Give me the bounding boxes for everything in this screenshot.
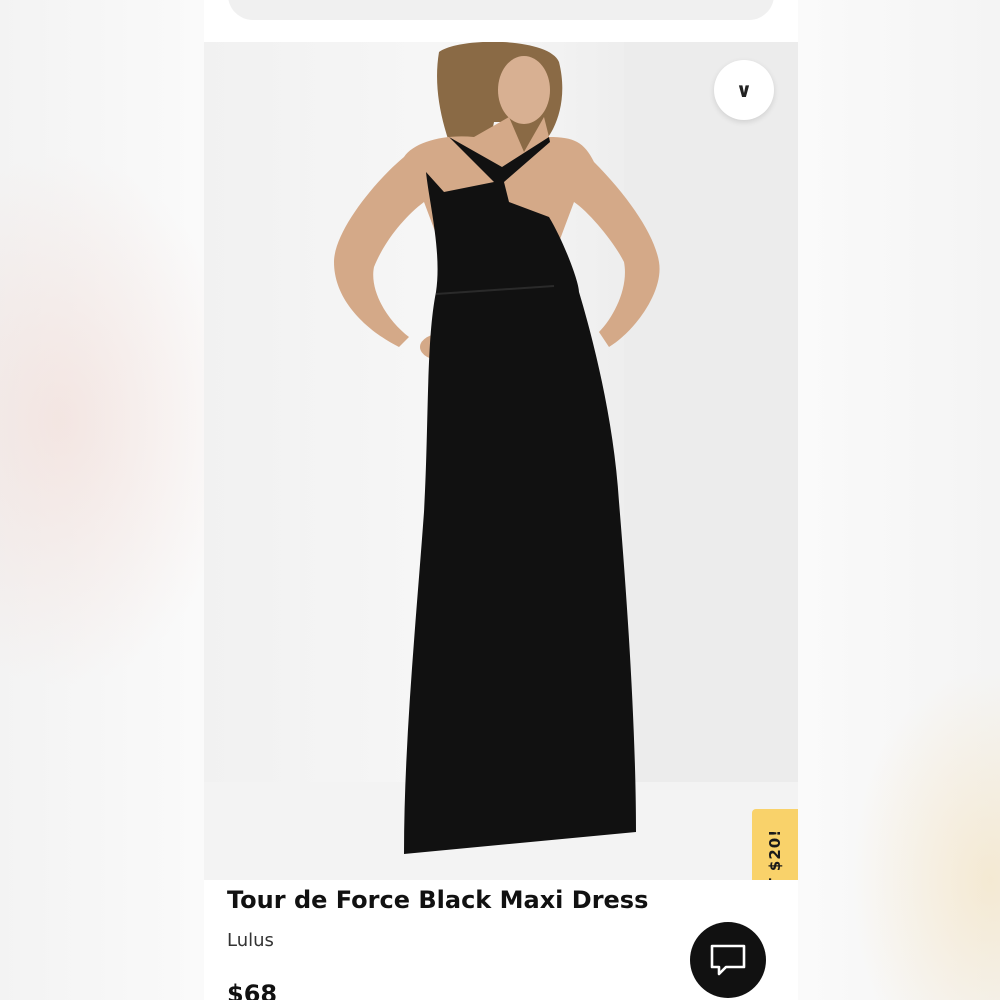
brand-badge[interactable]: ∨ [714, 60, 774, 120]
product-image-carousel[interactable]: ∨ GET $20! [204, 42, 798, 880]
app-screen: ∨ GET $20! Tour de Force Black Maxi Dres… [204, 0, 798, 1000]
product-title: Tour de Force Black Maxi Dress [227, 886, 649, 914]
product-photo [204, 42, 798, 880]
chat-bubble-icon [710, 944, 746, 976]
promo-tab[interactable]: GET $20! [752, 809, 798, 880]
search-bar[interactable] [228, 0, 774, 20]
chat-button[interactable] [690, 922, 766, 998]
product-price: $68 [227, 980, 278, 1000]
promo-label: GET $20! [766, 828, 785, 880]
product-brand[interactable]: Lulus [227, 930, 274, 951]
brand-logo-icon: ∨ [735, 78, 753, 102]
